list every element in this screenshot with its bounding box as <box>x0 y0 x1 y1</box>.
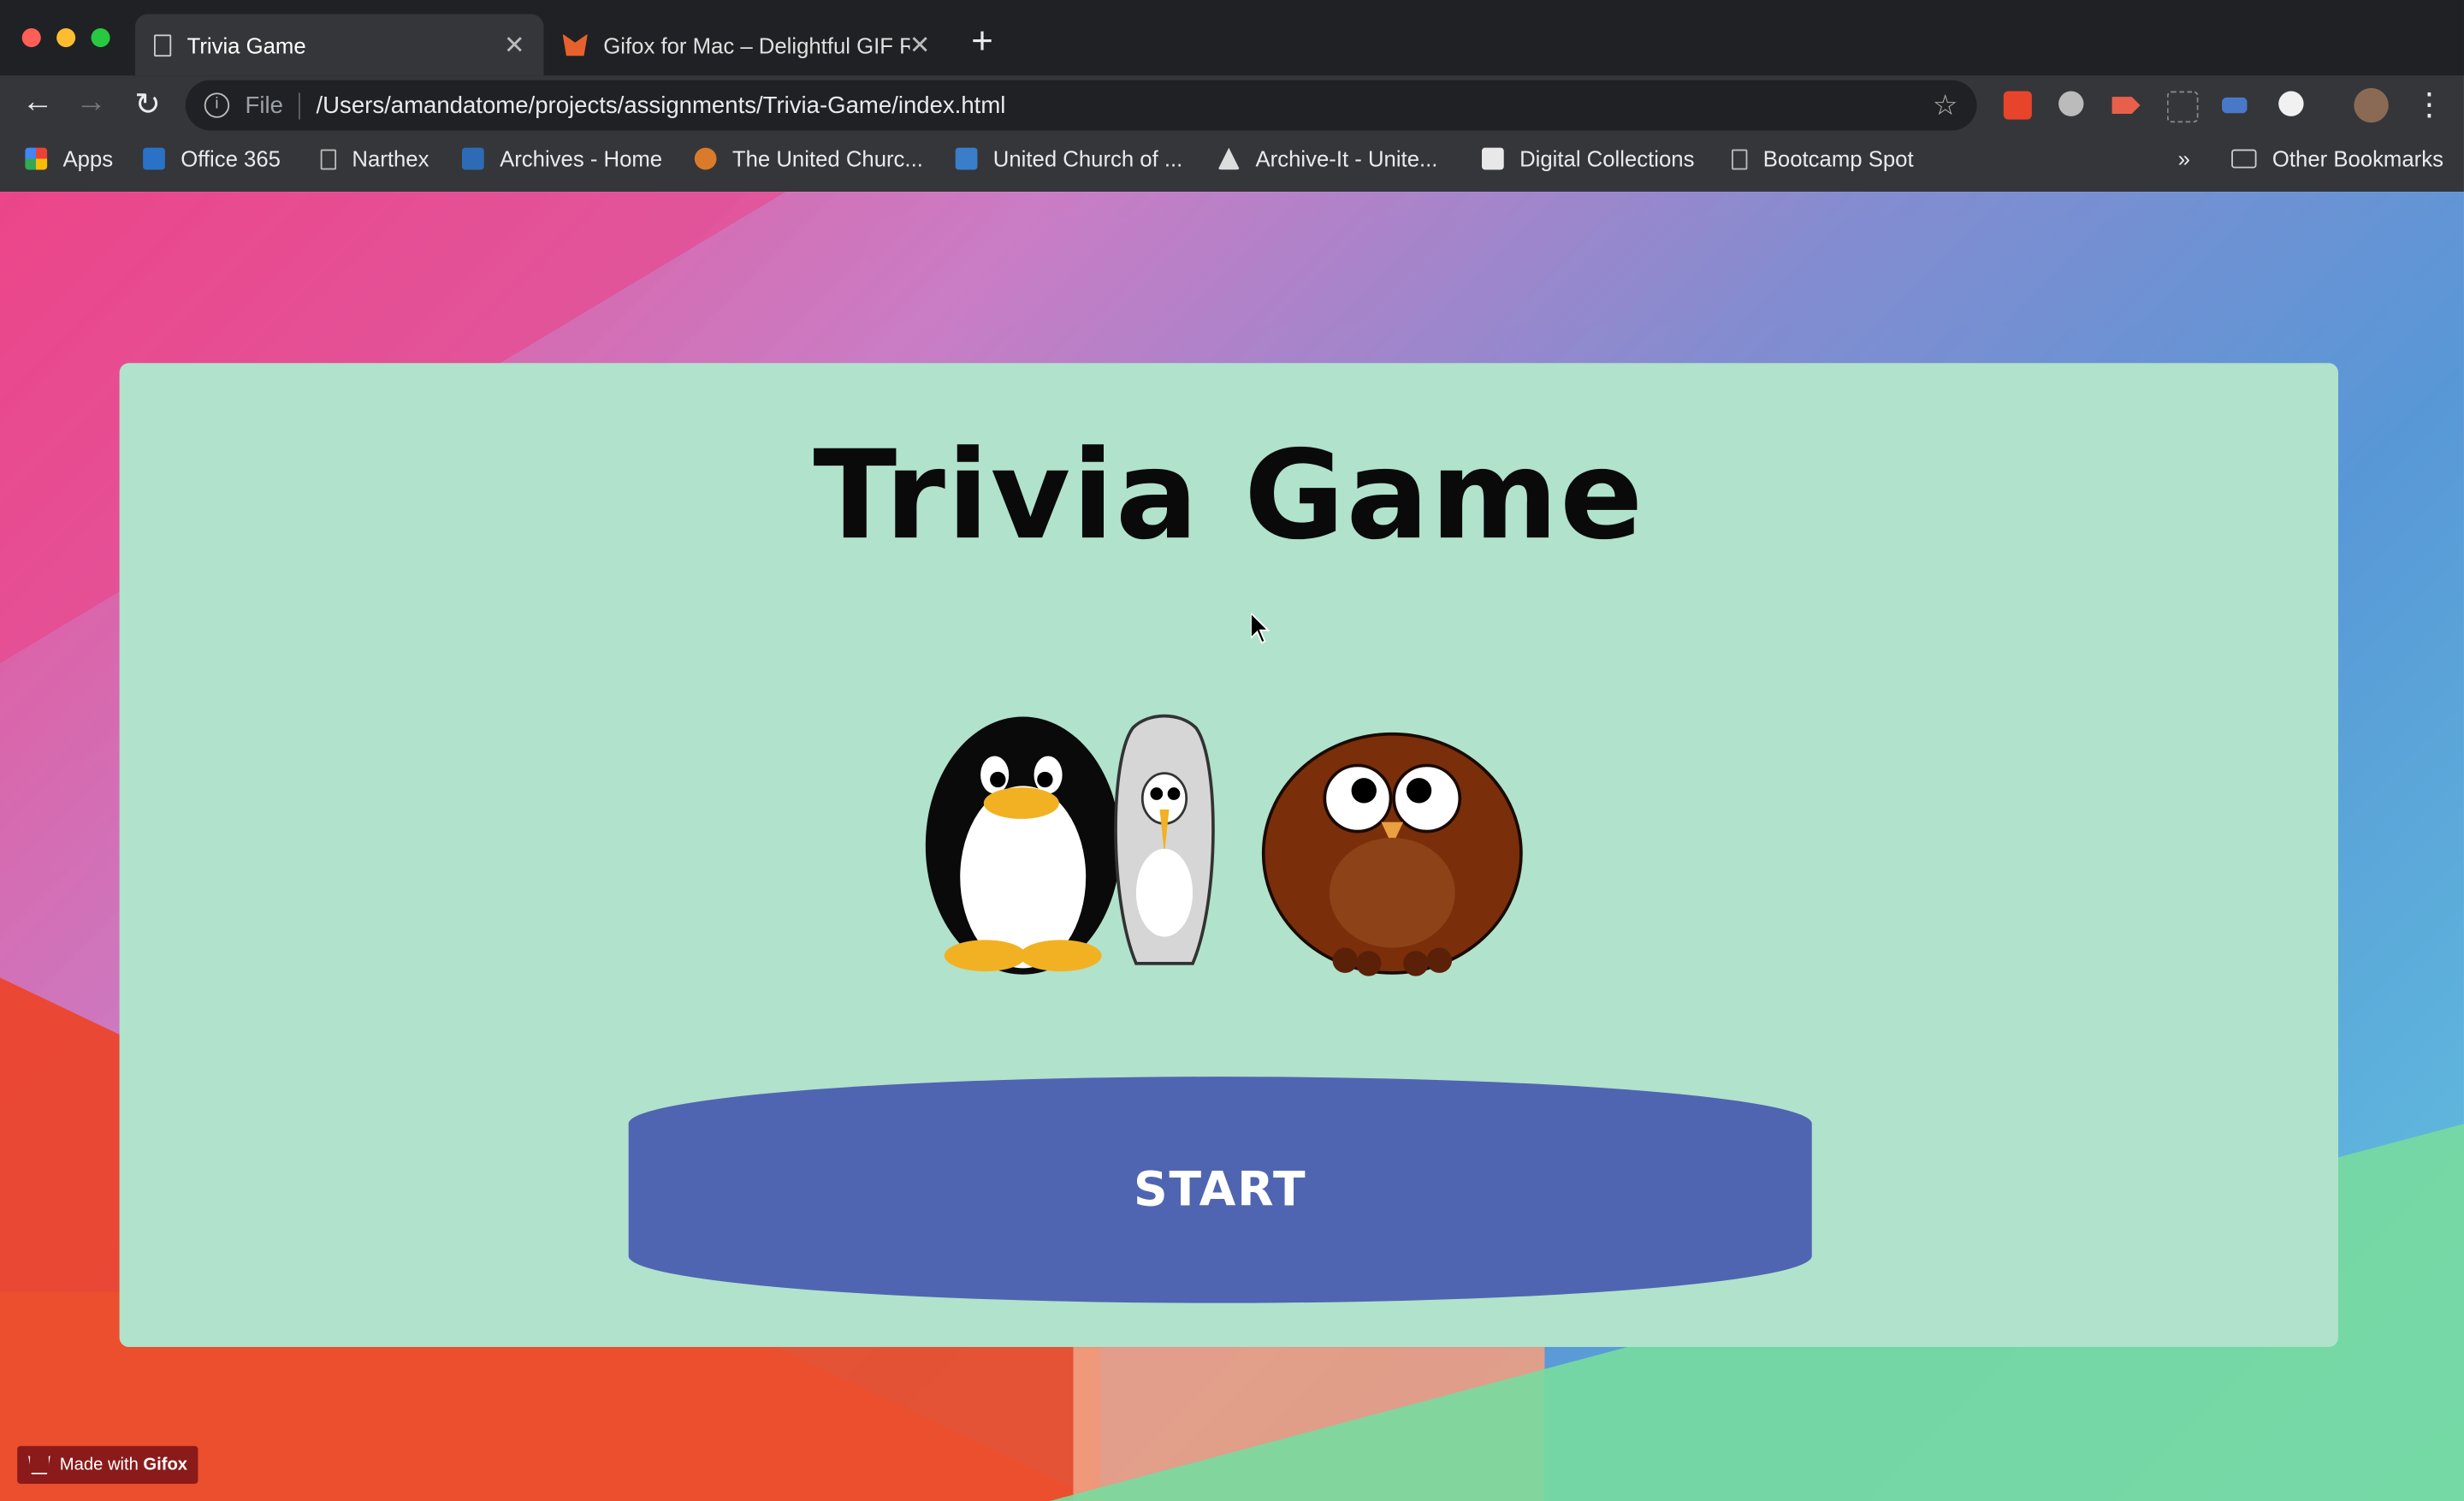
gifox-fox-icon <box>28 1455 50 1474</box>
bookmark-bootcamp-spot[interactable]: Bootcamp Spot <box>1732 146 1914 171</box>
bookmarks-overflow-button[interactable]: » <box>2178 146 2190 171</box>
link-extension-icon[interactable] <box>2222 97 2248 114</box>
address-bar[interactable]: i File /Users/amandatome/projects/assign… <box>185 80 1977 131</box>
tab-title: Gifox for Mac – Delightful GIF R <box>603 32 909 58</box>
owl-icon <box>1261 732 1523 976</box>
page-icon <box>320 148 337 169</box>
bookmark-archives-home[interactable]: Archives - Home <box>461 146 662 171</box>
bookmark-united-church-of[interactable]: United Church of ... <box>955 146 1182 171</box>
tab-strip: Trivia Game ✕ Gifox for Mac – Delightful… <box>0 0 2464 76</box>
bookmark-star-icon[interactable]: ☆ <box>1933 89 1958 122</box>
church-icon <box>694 147 717 170</box>
close-window-button[interactable] <box>21 28 41 48</box>
ucc-icon <box>955 147 978 170</box>
bookmark-office-365[interactable]: Office 365 <box>143 146 281 171</box>
lastpass-extension-icon[interactable] <box>2003 91 2032 120</box>
reload-icon[interactable]: ↻ <box>129 85 167 124</box>
bookmark-narthex[interactable]: Narthex <box>320 146 429 171</box>
circle-extension-icon[interactable] <box>2278 91 2304 116</box>
gifox-watermark: Made with Gifox <box>17 1445 198 1484</box>
other-bookmarks[interactable]: Other Bookmarks <box>2231 146 2443 171</box>
profile-avatar[interactable] <box>2354 87 2389 123</box>
tab-close-icon[interactable]: ✕ <box>504 29 525 61</box>
start-button[interactable]: START <box>628 1077 1812 1303</box>
block-extension-icon[interactable] <box>2058 91 2084 116</box>
menu-dots-icon[interactable]: ⋮ <box>2414 85 2445 124</box>
page-icon <box>1732 148 1748 169</box>
new-tab-icon[interactable]: + <box>971 21 993 64</box>
folder-icon <box>2231 149 2257 169</box>
browser-chrome: Trivia Game ✕ Gifox for Mac – Delightful… <box>0 0 2464 193</box>
penguin-icon <box>925 716 1121 975</box>
mouse-cursor-icon <box>1251 613 1270 644</box>
toolbar: ← → ↻ i File /Users/amandatome/projects/… <box>0 75 2464 135</box>
trivia-card: Trivia Game START <box>119 363 2339 1348</box>
archive-it-icon <box>1217 147 1241 170</box>
minimize-window-button[interactable] <box>56 28 76 48</box>
info-icon[interactable]: i <box>204 92 230 118</box>
bookmark-united-church[interactable]: The United Churc... <box>694 146 923 171</box>
heron-icon <box>1114 714 1215 965</box>
bookmark-digital-collections[interactable]: Digital Collections <box>1482 146 1694 171</box>
cast-extension-icon[interactable] <box>2112 97 2141 114</box>
tab-close-icon[interactable]: ✕ <box>909 29 931 61</box>
forward-icon[interactable]: → <box>72 85 110 121</box>
zoom-window-button[interactable] <box>91 28 110 48</box>
url-text[interactable]: /Users/amandatome/projects/assignments/T… <box>316 92 1932 118</box>
bookmarks-bar: Apps Office 365 Narthex Archives - Home … <box>0 135 2464 192</box>
bookmark-apps[interactable]: Apps <box>25 146 113 171</box>
back-icon[interactable]: ← <box>19 85 56 121</box>
page-title: Trivia Game <box>813 425 1645 568</box>
animals-illustration <box>925 714 1523 976</box>
scheme-label: File <box>246 92 301 119</box>
outlook-icon <box>143 147 165 170</box>
gifox-fox-icon <box>562 33 588 56</box>
bookmark-archive-it[interactable]: Archive-It - Unite... <box>1217 146 1437 171</box>
page-icon <box>153 33 172 56</box>
screenshot-extension-icon[interactable] <box>2166 91 2199 123</box>
tab-trivia-game[interactable]: Trivia Game ✕ <box>134 14 544 76</box>
collection-icon <box>1482 147 1504 170</box>
tab-title: Trivia Game <box>187 32 306 58</box>
sharepoint-icon <box>461 147 484 170</box>
apps-grid-icon <box>25 147 48 170</box>
tab-gifox[interactable]: Gifox for Mac – Delightful GIF R ✕ <box>543 15 949 76</box>
